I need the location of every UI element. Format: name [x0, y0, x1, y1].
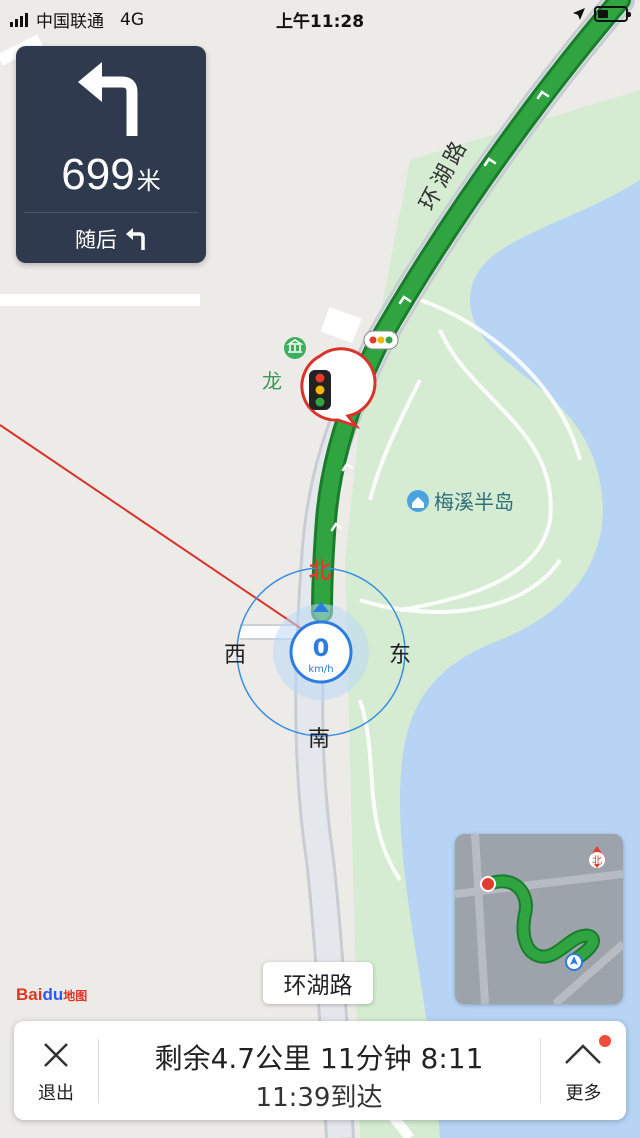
- museum-poi-icon[interactable]: [284, 337, 306, 359]
- location-arrow-icon: [573, 8, 585, 20]
- speed-unit: km/h: [308, 664, 333, 675]
- destination-marker: [480, 876, 496, 892]
- next-maneuver: 随后: [16, 224, 206, 254]
- arrival-time: 11:39到达: [255, 1083, 383, 1113]
- distance-value: 699: [61, 150, 135, 199]
- compass-south-label: 南: [308, 727, 330, 752]
- status-time: 上午11:28: [275, 12, 365, 32]
- exit-navigation-button[interactable]: 退出: [14, 1021, 98, 1120]
- compass-east-label: 东: [389, 643, 411, 668]
- next-maneuver-label: 随后: [75, 228, 117, 252]
- notification-dot: [599, 1035, 611, 1047]
- maneuver-card[interactable]: 699米 随后: [16, 46, 206, 263]
- landmark-poi-label[interactable]: 龙: [262, 369, 282, 393]
- trip-info-bar: 退出 剩余4.7公里 11分钟 8:11 11:39到达 更多: [14, 1021, 626, 1120]
- traffic-light-road-icon: [363, 330, 399, 350]
- more-label: 更多: [565, 1083, 602, 1104]
- status-bar: 中国联通 4G 上午11:28: [0, 0, 640, 34]
- card-divider: [24, 212, 198, 213]
- close-icon: [44, 1043, 68, 1067]
- home-poi-icon[interactable]: [407, 490, 429, 512]
- speed-value: 0: [313, 634, 330, 662]
- exit-label: 退出: [38, 1083, 74, 1104]
- compass-north-label: 北: [309, 559, 331, 584]
- baidu-map-logo: Baidu地图: [16, 985, 88, 1004]
- battery-icon: [594, 6, 631, 22]
- compass-west-label: 西: [224, 643, 246, 668]
- peninsula-poi-label[interactable]: 梅溪半岛: [434, 490, 514, 514]
- chevron-up-icon: [565, 1044, 601, 1064]
- route-overview-minimap[interactable]: 北: [455, 834, 623, 1004]
- more-button[interactable]: 更多: [541, 1021, 626, 1120]
- trip-summary: 剩余4.7公里 11分钟 8:11: [154, 1042, 484, 1075]
- distance-unit: 米: [136, 167, 161, 195]
- current-road-label: 环湖路: [263, 962, 373, 1004]
- maneuver-distance: 699米: [16, 150, 206, 200]
- turn-left-arrow-icon: [78, 62, 138, 136]
- turn-left-small-icon: [126, 228, 145, 250]
